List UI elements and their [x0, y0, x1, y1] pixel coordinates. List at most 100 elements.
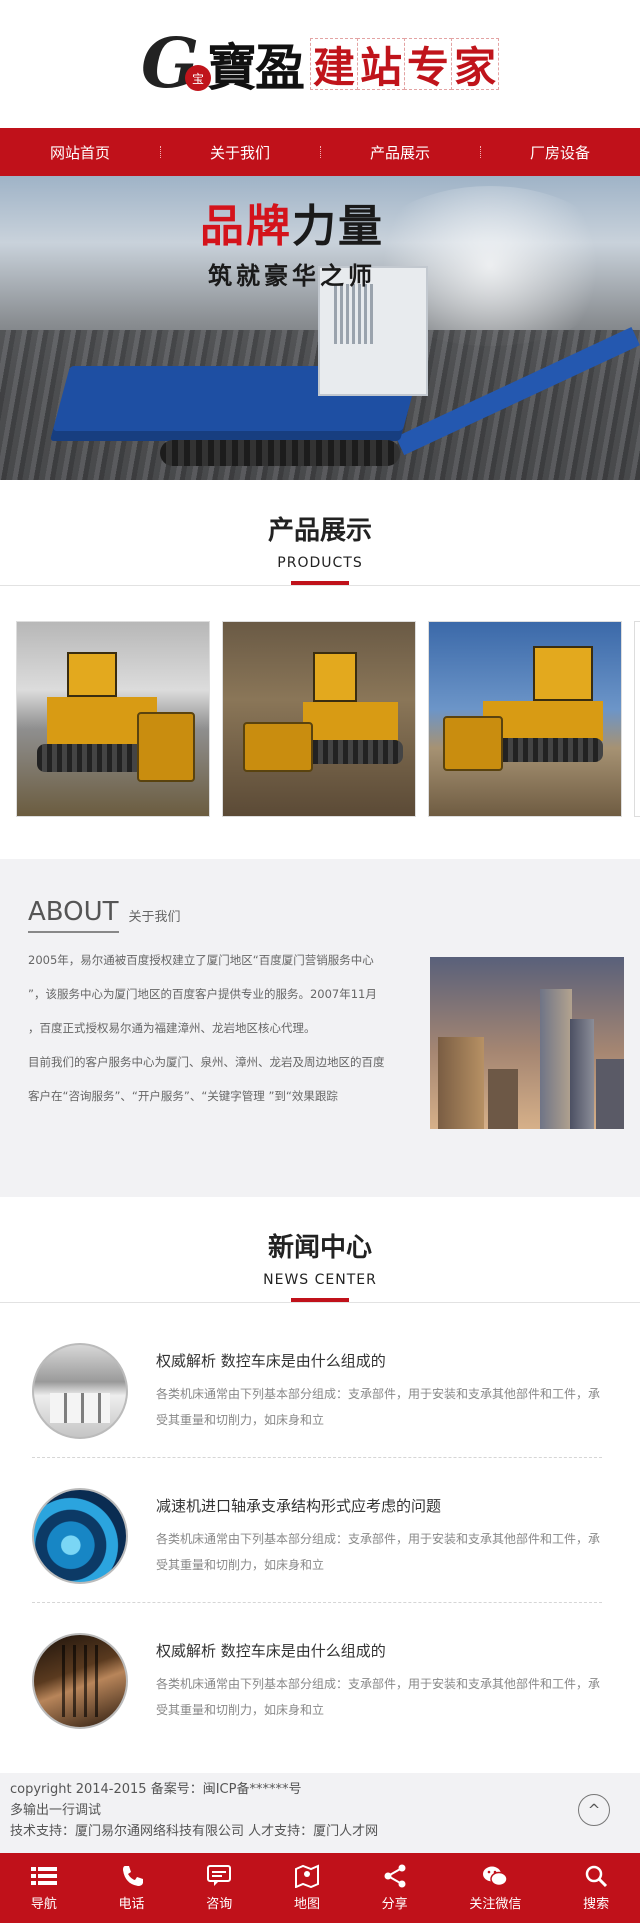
bottom-nav-phone[interactable]: 电话 [119, 1864, 145, 1912]
map-icon [294, 1864, 319, 1888]
news-item[interactable]: 权威解析 数控车床是由什么组成的 各类机床通常由下列基本部分组成：支承部件，用于… [32, 1603, 602, 1747]
building [438, 1037, 484, 1129]
news-list: 权威解析 数控车床是由什么组成的 各类机床通常由下列基本部分组成：支承部件，用于… [0, 1303, 640, 1747]
chat-icon [207, 1865, 232, 1886]
about-text: 2005年，易尔通被百度授权建立了厦门地区“百度厦门营销服务中心 ”，该服务中心… [28, 943, 408, 1129]
news-item-desc: 各类机床通常由下列基本部分组成：支承部件，用于安装和支承其他部件和工件，承受其重… [156, 1531, 601, 1572]
product-card[interactable] [634, 621, 640, 817]
news-title: 新闻中心 [267, 1233, 372, 1263]
news-text: 减速机进口轴承支承结构形式应考虑的问题 各类机床通常由下列基本部分组成：支承部件… [156, 1495, 602, 1578]
logo-name: 寶盈 [207, 38, 305, 97]
banner-title: 品牌力量 筑就豪华之师 [200, 190, 384, 291]
news-heading: 新闻中心 NEWS CENTER [0, 1197, 640, 1302]
logo-slogan: 建 站 专 家 [310, 38, 500, 92]
share-icon [384, 1864, 406, 1888]
phone-icon [122, 1866, 143, 1886]
mobile-crusher-image [49, 266, 460, 466]
products-subtitle: PRODUCTS [277, 555, 363, 571]
news-item-desc: 各类机床通常由下列基本部分组成：支承部件，用于安装和支承其他部件和工件，承受其重… [156, 1676, 601, 1717]
news-text: 权威解析 数控车床是由什么组成的 各类机床通常由下列基本部分组成：支承部件，用于… [156, 1350, 602, 1433]
hero-banner[interactable]: 品牌力量 筑就豪华之师 [0, 176, 640, 480]
banner-subtitle: 筑就豪华之师 [208, 262, 376, 290]
main-nav: 网站首页 关于我们 产品展示 厂房设备 [0, 128, 640, 176]
site-header: G 宝 寶盈 建 站 专 家 [0, 0, 640, 128]
nav-item-products[interactable]: 产品展示 [320, 142, 480, 163]
about-line: 目前我们的客户服务中心为厦门、泉州、漳州、龙岩及周边地区的百度 [28, 1055, 385, 1069]
site-logo[interactable]: G 宝 寶盈 建 站 专 家 [141, 28, 500, 100]
news-item-title[interactable]: 权威解析 数控车床是由什么组成的 [156, 1350, 602, 1371]
dozer-blade [137, 712, 195, 782]
about-section: ABOUT 关于我们 2005年，易尔通被百度授权建立了厦门地区“百度厦门营销服… [0, 859, 640, 1197]
slogan-char: 站 [357, 38, 406, 92]
about-line: ，百度正式授权易尔通为福建漳州、龙岩地区核心代理。 [28, 1021, 316, 1035]
dozer-hull [303, 702, 398, 742]
footer-copyright: copyright 2014-2015 备案号：闽ICP备******号 [10, 1782, 302, 1797]
bottom-nav-wechat[interactable]: 关注微信 [469, 1864, 521, 1912]
building [540, 989, 572, 1129]
building [596, 1059, 624, 1129]
about-title-en: ABOUT [28, 899, 119, 933]
about-body: 2005年，易尔通被百度授权建立了厦门地区“百度厦门营销服务中心 ”，该服务中心… [28, 943, 624, 1129]
product-card[interactable] [222, 621, 416, 817]
bottom-nav-label: 关注微信 [469, 1897, 522, 1912]
dozer-cab [533, 646, 593, 701]
about-heading: ABOUT 关于我们 [28, 899, 624, 933]
news-thumbnail [32, 1633, 128, 1729]
bottom-nav-menu[interactable]: 导航 [30, 1864, 57, 1912]
bottom-nav-label: 电话 [118, 1897, 145, 1912]
news-thumbnail [32, 1343, 128, 1439]
product-carousel[interactable] [0, 586, 640, 859]
news-thumbnail [32, 1488, 128, 1584]
wechat-icon [483, 1866, 509, 1887]
news-text: 权威解析 数控车床是由什么组成的 各类机床通常由下列基本部分组成：支承部件，用于… [156, 1640, 602, 1723]
bottom-nav-share[interactable]: 分享 [382, 1864, 408, 1912]
bulldozer-image [37, 652, 197, 802]
bottom-toolbar: 导航 电话 咨询 地图 分享 关注微信 搜索 [0, 1853, 640, 1923]
about-line: ”，该服务中心为厦门地区的百度客户提供专业的服务。2007年11月 [28, 987, 377, 1001]
slogan-char: 家 [451, 38, 500, 92]
bottom-nav-search[interactable]: 搜索 [583, 1864, 609, 1912]
dozer-blade [243, 722, 313, 772]
news-item[interactable]: 权威解析 数控车床是由什么组成的 各类机床通常由下列基本部分组成：支承部件，用于… [32, 1313, 602, 1458]
menu-icon [30, 1867, 57, 1885]
news-item-desc: 各类机床通常由下列基本部分组成：支承部件，用于安装和支承其他部件和工件，承受其重… [156, 1386, 601, 1427]
bottom-nav-consult[interactable]: 咨询 [206, 1864, 232, 1912]
bottom-nav-label: 分享 [381, 1897, 408, 1912]
back-to-top-button[interactable]: ^ [578, 1794, 610, 1826]
slogan-char: 建 [310, 38, 359, 92]
about-city-image[interactable] [430, 957, 624, 1129]
nav-item-about[interactable]: 关于我们 [160, 142, 320, 163]
news-subtitle: NEWS CENTER [263, 1272, 377, 1288]
bottom-nav-map[interactable]: 地图 [294, 1864, 320, 1912]
news-item-title[interactable]: 权威解析 数控车床是由什么组成的 [156, 1640, 602, 1661]
dozer-blade [443, 716, 503, 771]
about-title-cn: 关于我们 [128, 910, 181, 925]
news-item-title[interactable]: 减速机进口轴承支承结构形式应考虑的问题 [156, 1495, 602, 1516]
nav-item-home[interactable]: 网站首页 [0, 142, 160, 163]
bottom-nav-label: 导航 [30, 1897, 57, 1912]
crusher-track [160, 440, 400, 466]
about-line: 客户在“咨询服务”、“开户服务”、“关键字管理 ”到“效果跟踪 [28, 1089, 338, 1103]
product-card[interactable] [16, 621, 210, 817]
bottom-nav-label: 搜索 [583, 1897, 610, 1912]
site-footer: copyright 2014-2015 备案号：闽ICP备******号 多输出… [0, 1773, 640, 1853]
product-card[interactable] [428, 621, 622, 817]
news-item[interactable]: 减速机进口轴承支承结构形式应考虑的问题 各类机床通常由下列基本部分组成：支承部件… [32, 1458, 602, 1603]
footer-debug-line: 多输出一行调试 [10, 1803, 102, 1818]
bottom-nav-label: 地图 [293, 1897, 320, 1912]
banner-headline: 品牌力量 [200, 190, 384, 254]
building [570, 1019, 594, 1129]
banner-headline-red: 品牌 [200, 201, 292, 252]
dozer-track [303, 740, 403, 764]
banner-headline-dark: 力量 [292, 201, 384, 252]
building [488, 1069, 518, 1129]
products-heading: 产品展示 PRODUCTS [0, 480, 640, 585]
products-title: 产品展示 [267, 516, 372, 546]
slogan-char: 专 [404, 38, 453, 92]
footer-support: 技术支持：厦门易尔通网络科技有限公司 人才支持：厦门人才网 [10, 1824, 379, 1839]
dozer-cab [67, 652, 117, 697]
bottom-nav-label: 咨询 [206, 1897, 233, 1912]
about-line: 2005年，易尔通被百度授权建立了厦门地区“百度厦门营销服务中心 [28, 953, 374, 967]
search-icon [585, 1865, 608, 1888]
nav-item-factory[interactable]: 厂房设备 [480, 142, 640, 163]
